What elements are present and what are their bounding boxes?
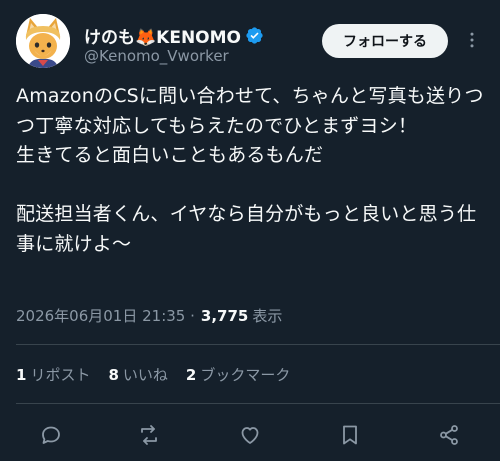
action-bar [0,418,500,452]
tweet-meta: 2026年06月01日 21:35 · 3,775 表示 [16,305,282,326]
repost-icon[interactable] [134,420,164,450]
reposts-count: 1 [16,366,27,384]
more-icon[interactable] [460,28,484,52]
share-icon[interactable] [434,420,464,450]
author-display-name[interactable]: けのも🦊KENOMO [84,23,241,48]
views-label: 表示 [252,307,283,325]
divider [16,403,500,404]
reply-icon[interactable] [36,420,66,450]
bookmarks-stat[interactable]: 2 ブックマーク [186,364,290,385]
views-count: 3,775 [200,307,249,325]
tweet-card: けのも🦊KENOMO @Kenomo_Vworker フォローする Amazon… [0,0,500,461]
bookmark-icon[interactable] [335,420,365,450]
tweet-text: AmazonのCSに問い合わせて、ちゃんと写真も送りつつ丁寧な対応してもらえたの… [16,85,484,255]
author-name-row[interactable]: けのも🦊KENOMO [84,23,264,48]
bookmarks-count: 2 [185,366,197,384]
bookmarks-label: ブックマーク [200,366,291,384]
engagement-stats: 1 リポスト 8 いいね 2 ブックマーク [16,364,308,385]
likes-stat[interactable]: 8 いいね [108,364,167,385]
verified-badge-icon [245,26,264,45]
likes-label: いいね [122,366,168,384]
reposts-label: リポスト [30,366,91,384]
follow-button[interactable]: フォローする [322,24,448,58]
fox-avatar-icon[interactable] [16,14,70,68]
reposts-stat[interactable]: 1 リポスト [16,364,90,385]
like-icon[interactable] [235,420,265,450]
likes-count: 8 [108,366,119,384]
author-handle[interactable]: @Kenomo_Vworker [84,47,229,65]
divider [16,344,500,345]
tweet-timestamp[interactable]: 2026年06月01日 21:35 · [16,305,195,326]
